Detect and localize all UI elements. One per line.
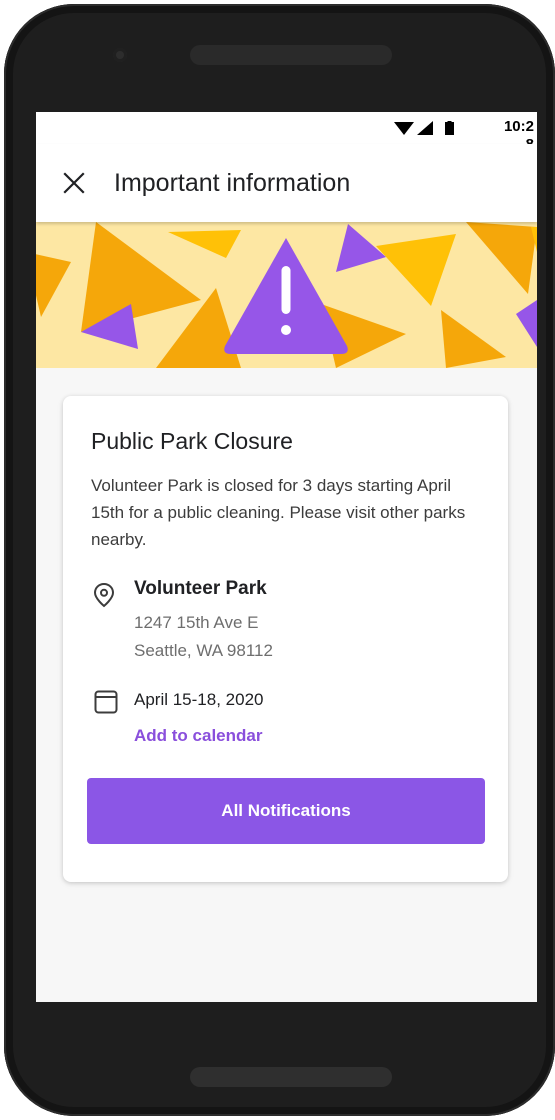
status-bar: 10:28 [36, 112, 537, 153]
hero-banner [36, 222, 537, 368]
top-speaker [190, 45, 392, 65]
all-notifications-button[interactable]: All Notifications [87, 778, 485, 844]
app-screen: 10:28 Important information [36, 112, 537, 1002]
notification-card: Public Park Closure Volunteer Park is cl… [63, 396, 508, 882]
calendar-icon [94, 690, 118, 714]
address-line-1: 1247 15th Ave E [134, 613, 259, 632]
event-date: April 15-18, 2020 [134, 690, 264, 709]
location-name: Volunteer Park [134, 578, 267, 599]
bottom-speaker [190, 1067, 392, 1087]
status-icons [394, 121, 454, 135]
page-title: Important information [114, 169, 351, 197]
close-button[interactable] [50, 166, 98, 200]
wifi-icon [394, 122, 414, 135]
hero-illustration [36, 222, 537, 368]
close-icon [63, 172, 85, 194]
card-title: Public Park Closure [91, 428, 293, 454]
location-pin-icon [93, 582, 115, 608]
front-camera [113, 48, 127, 62]
address-line-2: Seattle, WA 98112 [134, 641, 273, 660]
battery-icon [445, 121, 454, 135]
cell-signal-icon [417, 121, 433, 135]
add-to-calendar-link[interactable]: Add to calendar [134, 724, 262, 748]
app-bar: Important information [36, 144, 537, 222]
card-description: Volunteer Park is closed for 3 days star… [91, 476, 466, 549]
